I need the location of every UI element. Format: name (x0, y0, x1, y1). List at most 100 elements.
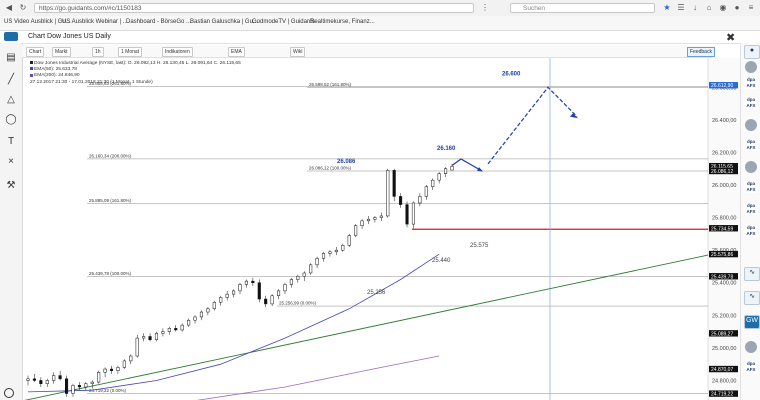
candle-body (26, 378, 30, 381)
candle-body (264, 298, 268, 305)
candle-body (174, 328, 178, 331)
market-button[interactable]: Markt (52, 47, 71, 57)
candle-body (276, 290, 281, 297)
extension-icon[interactable]: ◉ (718, 3, 728, 13)
bookmark-item[interactable]: US Ausblick Webinar | ... (62, 19, 128, 25)
sync-icon[interactable]: ● (732, 3, 742, 13)
y-tick-label: 25.200,00 (712, 313, 736, 319)
y-tick-label: 25.400,00 (712, 281, 736, 287)
reload-icon[interactable]: ↻ (18, 3, 28, 13)
home-icon[interactable]: ⌂ (704, 3, 714, 13)
dpa-afx-logo-icon[interactable]: dpa AFX (744, 225, 758, 237)
candle-body (257, 282, 261, 300)
chart-widget-icon[interactable]: ∿ (744, 267, 760, 281)
guidants-logo-icon[interactable] (4, 32, 18, 41)
price-marker-label: 26.612,90 (711, 83, 733, 89)
text-tool-icon[interactable]: T (4, 135, 18, 149)
price-marker-label: 25.439,78 (711, 274, 733, 280)
price-marker-label: 24.719,22 (711, 392, 733, 398)
price-chart[interactable]: 26.600,0026.400,0026.200,0026.000,0025.8… (22, 58, 740, 400)
bookmarks-bar: US Video Ausblick | Gu... US Ausblick We… (0, 16, 760, 31)
bookmark-item[interactable]: US Video Ausblick | Gu... (4, 19, 71, 25)
period-button[interactable]: 1 Monat (118, 47, 143, 57)
chart-type-button[interactable]: Chart (26, 47, 45, 57)
download-icon[interactable]: ↓ (690, 3, 700, 13)
candle-body (437, 173, 441, 181)
ema-button[interactable]: EMA (228, 47, 245, 57)
chart-title: Chart Dow Jones US Daily (28, 33, 111, 40)
candle-body (64, 378, 69, 394)
candle-body (206, 308, 210, 313)
tools-icon[interactable]: ⚒ (4, 179, 18, 193)
line-tool-icon[interactable]: ╱ (4, 73, 18, 87)
bookmark-star-icon[interactable]: ★ (662, 3, 672, 13)
wiki-button[interactable]: Wiki (290, 47, 306, 57)
candle-body (39, 380, 43, 384)
reader-icon[interactable]: ⋮ (480, 3, 490, 13)
bookmark-item[interactable]: GodmodeTV | Guidants (252, 19, 315, 25)
price-annotation: 26.086 (337, 159, 356, 165)
candle-body (45, 380, 49, 384)
interval-button[interactable]: 1h (92, 47, 104, 57)
user-icon[interactable]: ● (744, 45, 760, 59)
theme-toggle-icon[interactable] (4, 388, 14, 398)
candle-body (360, 220, 364, 226)
candle-body (411, 202, 416, 225)
url-field[interactable]: https://go.guidants.com/#c/1150183 (34, 3, 474, 13)
candle-body (251, 280, 255, 283)
candle-body (135, 337, 139, 357)
feedback-button[interactable]: Feedback (687, 47, 715, 57)
candle-body (77, 385, 81, 388)
avatar[interactable] (745, 341, 757, 353)
bookmark-item[interactable]: Dashboard - BörseGo ... (126, 19, 191, 25)
candle-body (154, 332, 159, 340)
search-field[interactable]: Suchen (510, 3, 655, 13)
candle-body (379, 215, 383, 218)
y-tick-label: 24.800,00 (712, 378, 736, 384)
menu-icon[interactable]: ≡ (746, 3, 756, 13)
dpa-afx-logo-icon[interactable]: dpa AFX (744, 77, 758, 89)
guidants-widget-icon[interactable]: GW (744, 315, 760, 329)
back-icon[interactable]: ◀ (4, 3, 14, 13)
dpa-afx-logo-icon[interactable]: dpa AFX (744, 181, 758, 193)
avatar[interactable] (745, 161, 757, 173)
toolbox-icon[interactable]: ▤ (4, 51, 18, 65)
candle-body (109, 368, 114, 371)
bookmark-item[interactable]: Bastian Galuschka | Gu... (190, 19, 258, 25)
dpa-afx-logo-icon[interactable]: dpa AFX (744, 361, 758, 373)
dpa-afx-logo-icon[interactable]: dpa AFX (744, 203, 758, 215)
candle-body (347, 235, 351, 246)
candle-body (405, 204, 409, 225)
candle-body (148, 336, 152, 340)
shapes-tool-icon[interactable]: ◯ (4, 113, 18, 127)
candle-body (302, 272, 306, 277)
drawing-tools-rail: ▤ ╱ △ ◯ T × ⚒ (0, 43, 23, 400)
candle-body (450, 166, 454, 171)
candle-body (444, 168, 448, 174)
avatar[interactable] (745, 119, 757, 131)
candle-body (270, 295, 274, 305)
price-annotation: 25.575 (470, 243, 489, 249)
fibonacci-tool-icon[interactable]: × (4, 155, 18, 169)
candle-body (315, 258, 319, 266)
candle-body (289, 279, 293, 285)
reading-list-icon[interactable]: ☰ (676, 3, 686, 13)
projection-path (451, 158, 483, 172)
close-icon[interactable]: ✖ (726, 31, 735, 44)
candle-body (244, 280, 248, 285)
triangle-tool-icon[interactable]: △ (4, 93, 18, 107)
dpa-afx-logo-icon[interactable]: dpa AFX (744, 139, 758, 151)
candle-body (116, 367, 120, 371)
avatar[interactable] (745, 61, 757, 73)
candle-body (334, 249, 338, 253)
candle-body (328, 251, 332, 254)
dpa-afx-logo-icon[interactable]: dpa AFX (744, 97, 758, 109)
fibonacci-label: 25.605,63 (261.80%) (89, 81, 132, 86)
chart-widget-icon[interactable]: ∿ (744, 291, 760, 305)
price-annotation: 26.160 (437, 146, 456, 152)
candle-body (167, 328, 171, 332)
bookmark-item[interactable]: Realtimekurse, Finanz... (310, 19, 375, 25)
candle-body (161, 331, 165, 334)
indicators-button[interactable]: Indikatoren (162, 47, 193, 57)
fibonacci-label: 26.598,52 (161.80%) (309, 82, 352, 87)
